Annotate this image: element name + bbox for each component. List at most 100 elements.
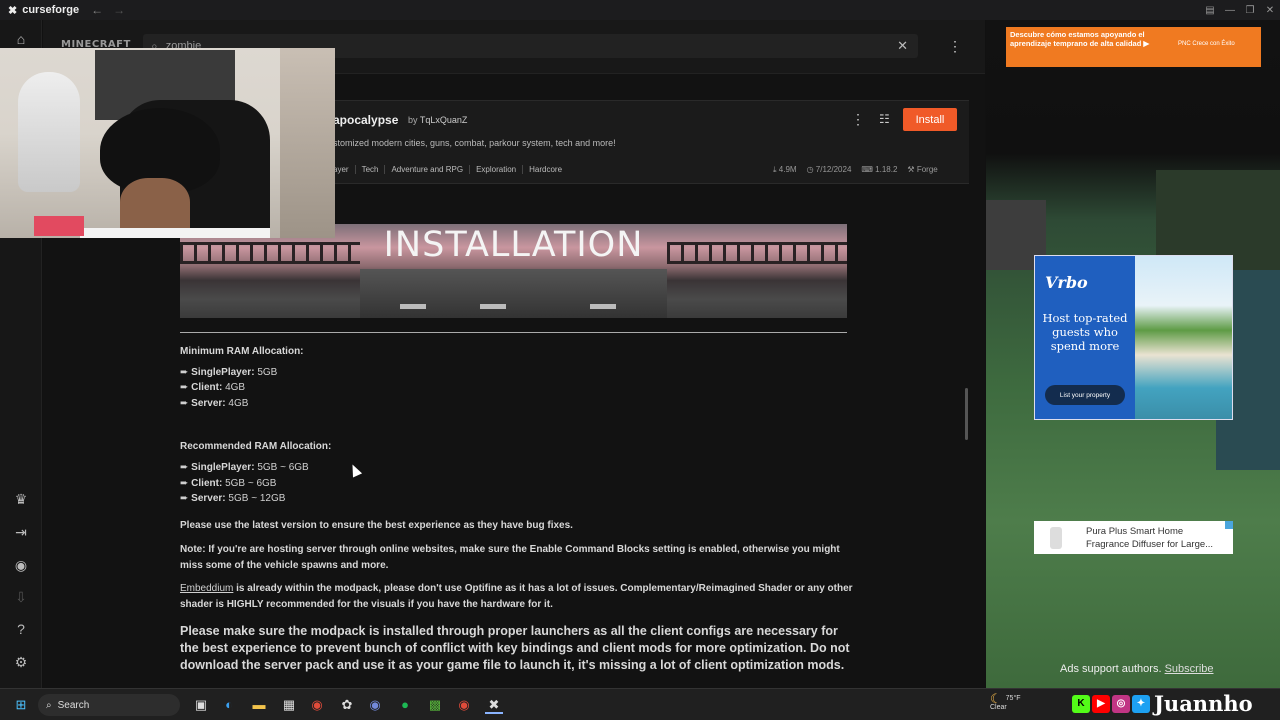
ad-banner-top[interactable]: Descubre cómo estamos apoyando el aprend…	[1006, 27, 1261, 67]
search-icon: ⌕	[46, 699, 52, 711]
close-button[interactable]: ✕	[1260, 5, 1280, 16]
kick-icon: K	[1072, 694, 1090, 713]
edge-icon[interactable]: ◐	[220, 696, 238, 714]
curseforge-taskbar-icon[interactable]: ✖	[485, 696, 503, 714]
paragraph: Embeddium is already within the modpack,…	[180, 581, 860, 613]
file-explorer-icon[interactable]: ▬	[250, 696, 268, 714]
app-logo: ✖ curseforge	[0, 4, 79, 17]
anvil-icon: ⚒	[907, 165, 915, 174]
maximize-button[interactable]: ❐	[1240, 5, 1260, 16]
settings-icon[interactable]: ⚙	[11, 653, 31, 671]
heading-text: Minimum RAM Allocation:	[180, 346, 304, 357]
downloads-stat: ⤓ 4.9M	[773, 165, 797, 175]
item-label: SinglePlayer:	[191, 462, 255, 473]
list-item: ➨ Server: 5GB ~ 12GB	[180, 493, 286, 504]
product-ad[interactable]: Pura Plus Smart Home Fragrance Diffuser …	[1034, 521, 1233, 554]
help-icon[interactable]: ?	[11, 620, 31, 638]
item-label: SinglePlayer:	[191, 367, 255, 378]
item-label: Server:	[191, 398, 226, 409]
card-more-icon[interactable]: ⋮	[851, 111, 865, 128]
login-icon[interactable]: ⇥	[11, 523, 31, 541]
list-item: ➨ SinglePlayer: 5GB	[180, 367, 278, 378]
install-button[interactable]: Install	[903, 108, 957, 131]
paragraph: Please use the latest version to ensure …	[180, 520, 860, 531]
chrome-icon[interactable]: ◉	[308, 696, 326, 714]
forward-button[interactable]: →	[113, 3, 125, 17]
version-value: 1.18.2	[875, 165, 898, 174]
tag[interactable]: Hardcore	[522, 165, 568, 174]
loader-value: Forge	[916, 165, 938, 174]
social-handles: K ▶ ◎ ✦ Juannho	[1072, 691, 1253, 716]
item-value: 5GB ~ 6GB	[225, 478, 277, 489]
tag[interactable]: Exploration	[469, 165, 522, 174]
instagram-icon: ◎	[1112, 694, 1130, 713]
rec-ram-heading: Recommended RAM Allocation:	[180, 441, 860, 452]
road-stripe	[590, 304, 616, 309]
item-value: 4GB	[228, 398, 249, 409]
curseforge-icon: ✖	[8, 4, 18, 17]
chrome-profile-icon[interactable]: ◉	[455, 696, 473, 714]
updated-value: 7/12/2024	[815, 165, 852, 174]
wall	[280, 48, 335, 238]
list-item: ➨ SinglePlayer: 5GB ~ 6GB	[180, 462, 309, 473]
back-button[interactable]: ←	[91, 3, 103, 17]
tag[interactable]: Tech	[354, 165, 385, 174]
download-icon: ⤓	[773, 165, 777, 174]
list-property-button[interactable]: List your property	[1045, 385, 1125, 405]
spotify-icon[interactable]: ●	[396, 696, 414, 714]
ad-tagline: Host top-rated guests who spend more	[1042, 311, 1128, 353]
loader-stat: ⚒ Forge	[907, 165, 937, 175]
subscribe-link[interactable]: Subscribe	[1165, 663, 1214, 675]
home-icon[interactable]: ⌂	[11, 30, 31, 48]
ad-text: Descubre cómo estamos apoyando el aprend…	[1010, 30, 1150, 48]
divider	[180, 332, 847, 333]
more-menu-icon[interactable]: ⋮	[948, 38, 962, 55]
weather-desc: Clear	[990, 704, 1007, 711]
minecraft-launcher-icon[interactable]: ▩	[426, 696, 444, 714]
min-ram-heading: Minimum RAM Allocation:	[180, 346, 860, 357]
moon-icon: ☾	[990, 691, 1002, 706]
discord-icon[interactable]: ◉	[366, 696, 384, 714]
tag[interactable]: Adventure and RPG	[384, 165, 469, 174]
ad-logo: PNC Crece con Éxito	[1178, 41, 1235, 47]
embeddium-link[interactable]: Embeddium	[180, 583, 233, 594]
vrbo-ad[interactable]: Vrbo Host top-rated guests who spend mor…	[1034, 255, 1233, 420]
windows-start-icon[interactable]: ⊞	[12, 696, 30, 714]
weather-widget[interactable]: ☾ 75°F Clear	[990, 691, 1021, 712]
downloads-value: 4.9M	[778, 165, 797, 174]
ad-text: Pura Plus Smart Home Fragrance Diffuser …	[1086, 526, 1214, 550]
twitter-icon: ✦	[1132, 694, 1150, 713]
item-value: 5GB ~ 6GB	[257, 462, 309, 473]
item-value: 5GB	[257, 367, 278, 378]
chatgpt-icon[interactable]: ✿	[338, 696, 356, 714]
installation-banner: INSTALLATION	[180, 224, 847, 318]
taskbar: ⊞ ⌕ Search ▣ ◐ ▬ ▦ ◉ ✿ ◉ ● ▩ ◉ ✖ ☾ 75°F …	[0, 688, 1280, 720]
vrbo-logo: Vrbo	[1045, 273, 1088, 292]
title-bar: ✖ curseforge ← → ▤ — ❐ ✕	[0, 0, 1280, 20]
item-value: 4GB	[225, 382, 246, 393]
lamp	[18, 72, 80, 192]
item-label: Client:	[191, 478, 223, 489]
store-icon[interactable]: ▦	[280, 696, 298, 714]
mod-author: by TqLxQuanZ	[408, 115, 467, 125]
paragraph: Note: If you're are hosting server throu…	[180, 542, 860, 574]
adchoices-icon[interactable]	[1225, 521, 1233, 529]
list-item: ➨ Client: 5GB ~ 6GB	[180, 478, 277, 489]
minimize-button[interactable]: —	[1220, 5, 1240, 16]
weather-temp: 75°F	[1005, 695, 1021, 702]
heading-text: Recommended RAM Allocation:	[180, 441, 332, 452]
scrollbar[interactable]	[965, 388, 968, 440]
download-icon[interactable]: ⇩	[11, 588, 31, 606]
led-light	[34, 216, 84, 236]
webcam-overlay	[0, 48, 335, 238]
crown-icon[interactable]: ♛	[11, 490, 31, 508]
taskbar-search[interactable]: ⌕ Search	[38, 694, 180, 716]
versions-icon[interactable]: ☷	[879, 112, 890, 126]
task-view-icon[interactable]: ▣	[192, 696, 210, 714]
clear-search-icon[interactable]: ✕	[897, 38, 908, 54]
layout-icon[interactable]: ▤	[1200, 5, 1220, 16]
discord-icon[interactable]: ◉	[11, 556, 31, 574]
road-stripe	[480, 304, 506, 309]
tag[interactable]: ayer	[333, 165, 355, 174]
author-link[interactable]: TqLxQuanZ	[420, 115, 468, 125]
